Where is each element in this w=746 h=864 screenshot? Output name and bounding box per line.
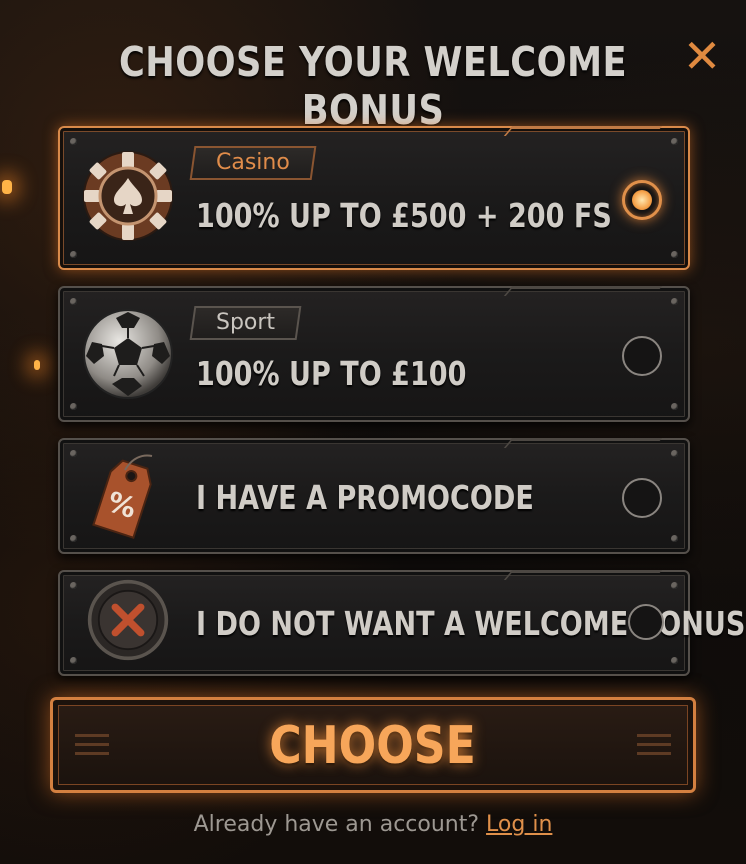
- percent-tag-icon: %: [92, 454, 153, 539]
- close-icon[interactable]: ✕: [680, 33, 724, 80]
- rivet: [70, 138, 77, 145]
- background-lamp: [2, 180, 12, 194]
- rivet: [671, 535, 678, 542]
- option-radio-sport[interactable]: [622, 336, 662, 376]
- option-radio-none[interactable]: [628, 604, 664, 640]
- rivet: [70, 582, 77, 589]
- rivet: [70, 251, 77, 258]
- bonus-option-promocode[interactable]: % I HAVE A PROMOCODE: [58, 438, 690, 554]
- rivet: [70, 298, 77, 305]
- card-decoration: [503, 126, 663, 136]
- bonus-offer-text: I HAVE A PROMOCODE: [196, 478, 534, 517]
- choose-button-label: CHOOSE: [269, 716, 477, 776]
- rivet: [671, 450, 678, 457]
- login-prompt: Already have an account? Log in: [0, 812, 746, 837]
- option-radio-promocode[interactable]: [622, 478, 662, 518]
- bonus-option-none[interactable]: I DO NOT WANT A WELCOME BONUS: [58, 570, 745, 676]
- rivet: [671, 138, 678, 145]
- button-decoration: [75, 734, 109, 761]
- category-tag: Casino: [189, 146, 317, 180]
- card-decoration: [503, 286, 663, 296]
- card-decoration: [503, 438, 663, 448]
- rivet: [671, 582, 678, 589]
- rivet: [671, 657, 678, 664]
- card-decoration: [503, 570, 663, 580]
- bonus-option-casino[interactable]: Casino 100% UP TO £500 + 200 FS: [58, 126, 690, 270]
- button-decoration: [637, 734, 671, 761]
- soccer-ball-icon: [83, 309, 173, 399]
- choose-button[interactable]: CHOOSE: [50, 697, 696, 793]
- modal-title: CHOOSE YOUR WELCOME BONUS: [118, 38, 628, 134]
- rivet: [70, 403, 77, 410]
- rivet: [671, 403, 678, 410]
- poker-chip-icon: [83, 151, 173, 241]
- login-question: Already have an account?: [193, 812, 480, 837]
- rivet: [671, 251, 678, 258]
- rivet: [70, 657, 77, 664]
- bonus-offer-text: 100% UP TO £500 + 200 FS: [196, 196, 612, 235]
- cross-coin-icon: [87, 579, 169, 661]
- category-tag: Sport: [189, 306, 302, 340]
- rivet: [70, 450, 77, 457]
- rivet: [671, 298, 678, 305]
- bonus-offer-text: 100% UP TO £100: [196, 354, 467, 393]
- login-link[interactable]: Log in: [486, 812, 552, 837]
- bonus-option-sport[interactable]: Sport 100% UP TO £100: [58, 286, 690, 422]
- rivet: [70, 535, 77, 542]
- background-lamp: [34, 360, 40, 370]
- option-radio-casino[interactable]: [622, 180, 662, 220]
